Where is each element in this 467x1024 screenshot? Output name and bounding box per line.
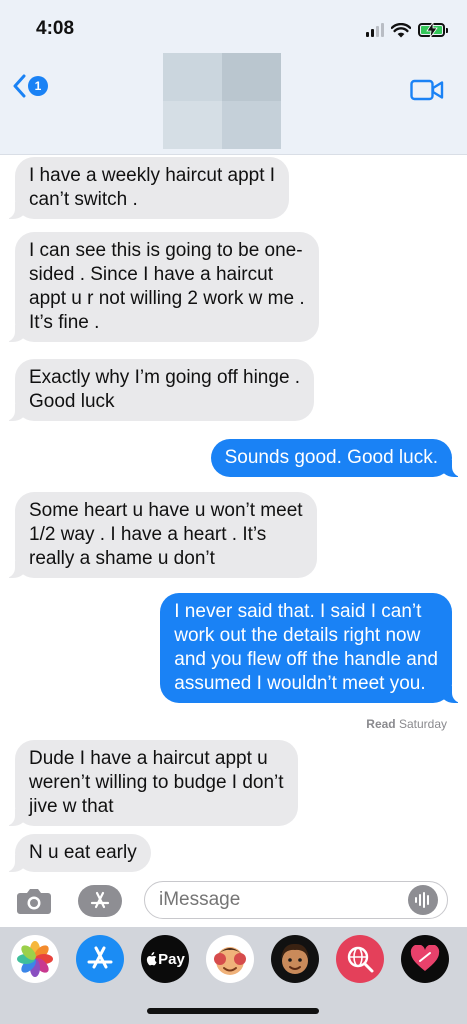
home-indicator[interactable] bbox=[147, 1008, 319, 1014]
facetime-video-button[interactable] bbox=[410, 79, 444, 106]
message-bubble-received[interactable]: Dude I have a haircut appt u weren’t wil… bbox=[5, 740, 298, 826]
message-bubble-received[interactable]: Some heart u have u won’t meet 1/2 way .… bbox=[5, 492, 317, 578]
heart-icon bbox=[410, 945, 440, 971]
cellular-signal-icon bbox=[366, 23, 384, 37]
message-bubble-received[interactable]: Exactly why I’m going off hinge . Good l… bbox=[4, 359, 315, 421]
app-store-icon bbox=[90, 891, 110, 909]
app-store-icon bbox=[87, 946, 113, 969]
memoji-stickers-icon bbox=[214, 947, 246, 975]
message-text: I never said that. I said I can’t work o… bbox=[174, 601, 438, 694]
back-button[interactable]: 1 bbox=[12, 74, 48, 98]
contact-avatar[interactable] bbox=[163, 53, 281, 149]
status-time: 4:08 bbox=[36, 18, 75, 39]
dictation-button[interactable] bbox=[408, 885, 438, 915]
app-store-app-button[interactable] bbox=[76, 935, 124, 983]
camera-icon bbox=[17, 889, 51, 914]
conversation-header: 4:08 1 bbox=[0, 0, 467, 155]
memoji-icon bbox=[281, 943, 309, 974]
message-text: I have a weekly haircut appt I can’t swi… bbox=[29, 165, 276, 210]
photos-app-button[interactable] bbox=[11, 935, 59, 983]
image-search-app-button[interactable] bbox=[336, 935, 384, 983]
photos-icon bbox=[17, 941, 53, 977]
unread-count-badge: 1 bbox=[28, 76, 48, 96]
apple-pay-app-button[interactable]: Pay bbox=[141, 935, 189, 983]
camera-button[interactable] bbox=[16, 887, 52, 920]
audio-waveform-icon bbox=[415, 892, 429, 908]
apple-pay-label: Pay bbox=[158, 950, 185, 968]
status-icons bbox=[366, 20, 448, 40]
read-day: Saturday bbox=[398, 717, 447, 731]
message-text: Exactly why I’m going off hinge . Good l… bbox=[29, 367, 301, 412]
compose-bar bbox=[0, 875, 467, 927]
imessage-app-drawer: Pay bbox=[0, 927, 467, 1024]
chevron-left-icon bbox=[13, 74, 26, 98]
wifi-icon bbox=[391, 22, 411, 37]
message-thread[interactable]: I have a weekly haircut appt I can’t swi… bbox=[0, 155, 467, 875]
read-receipt: Read Saturday bbox=[366, 717, 447, 731]
message-text: I can see this is going to be one- sided… bbox=[29, 240, 305, 333]
app-drawer-button[interactable] bbox=[78, 885, 122, 917]
video-camera-icon bbox=[410, 79, 444, 101]
message-bubble-received[interactable]: N u eat early bbox=[5, 834, 151, 872]
message-bubble-sent[interactable]: I never said that. I said I can’t work o… bbox=[160, 593, 462, 703]
message-text: Some heart u have u won’t meet 1/2 way .… bbox=[29, 500, 303, 569]
message-input[interactable] bbox=[144, 881, 448, 919]
apple-logo-icon bbox=[147, 952, 157, 966]
message-text: N u eat early bbox=[29, 842, 137, 863]
digital-touch-app-button[interactable] bbox=[401, 935, 449, 983]
read-label: Read bbox=[366, 717, 396, 731]
message-bubble-sent[interactable]: Sounds good. Good luck. bbox=[210, 439, 463, 477]
message-text: Dude I have a haircut appt u weren’t wil… bbox=[29, 748, 284, 817]
message-text: Sounds good. Good luck. bbox=[224, 447, 438, 468]
message-bubble-received[interactable]: I can see this is going to be one- sided… bbox=[5, 232, 319, 342]
memoji-stickers-app-button[interactable] bbox=[206, 935, 254, 983]
battery-charging-icon bbox=[418, 22, 448, 38]
message-bubble-received[interactable]: I have a weekly haircut appt I can’t swi… bbox=[4, 157, 290, 219]
globe-search-icon bbox=[347, 946, 374, 973]
memoji-app-button[interactable] bbox=[271, 935, 319, 983]
